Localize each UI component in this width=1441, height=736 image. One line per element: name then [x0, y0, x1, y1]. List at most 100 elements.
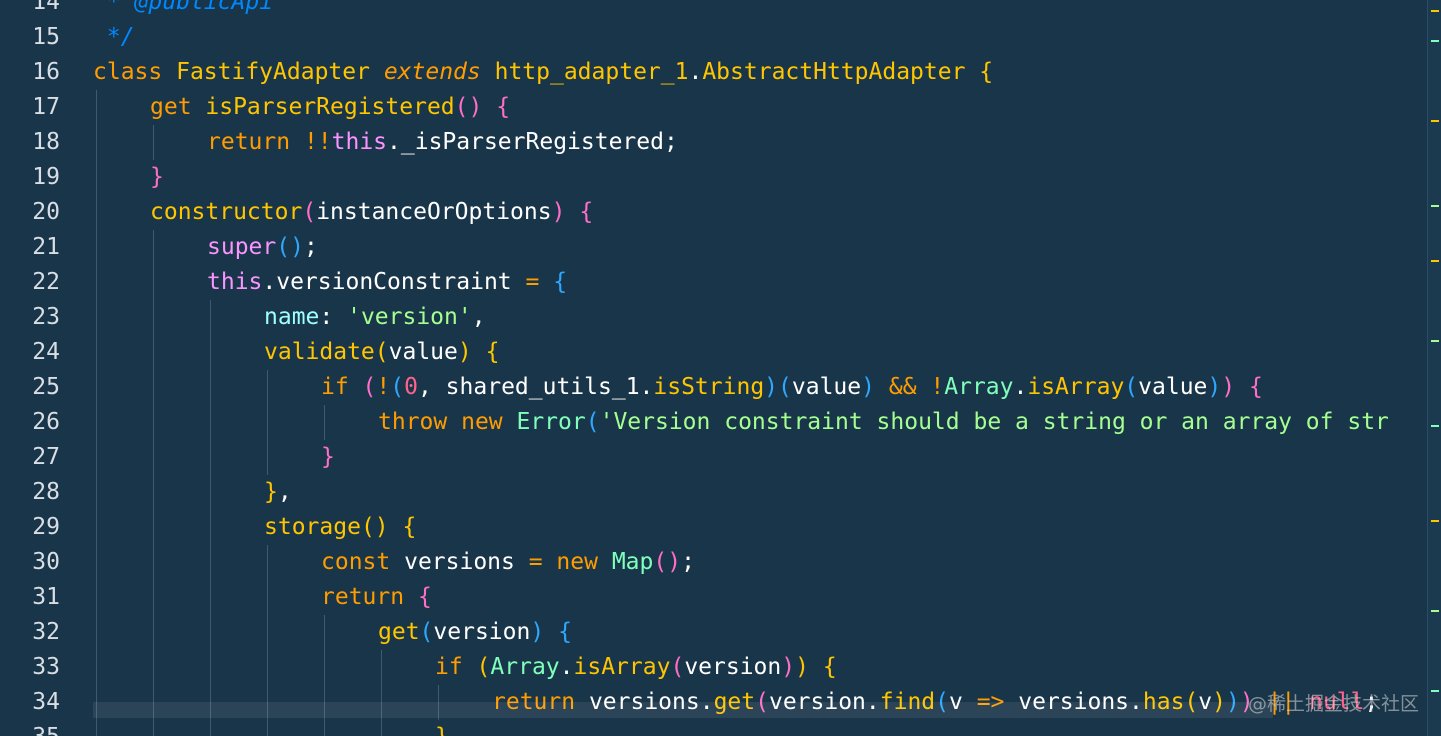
code-line[interactable]: 19}: [0, 160, 1428, 195]
code-line[interactable]: 28},: [0, 475, 1428, 510]
indent-guide: [153, 300, 154, 335]
code-line[interactable]: 33 if (Array.isArray(version)) {: [0, 650, 1428, 685]
code-line[interactable]: 22 this.versionConstraint = {: [0, 265, 1428, 300]
indent-guide: [153, 475, 154, 510]
code-line[interactable]: 35}: [0, 720, 1428, 736]
code-token: .: [559, 654, 574, 680]
code-line[interactable]: 31 return {: [0, 580, 1428, 615]
line-number: 33: [32, 654, 60, 680]
code-line[interactable]: 25 if (!(0, shared_utils_1.isString)(valu…: [0, 370, 1428, 405]
code-line[interactable]: 16 class FastifyAdapter extends http_adap…: [0, 55, 1428, 90]
indent-guide: [96, 580, 97, 615]
code-text: name: 'version',: [264, 300, 486, 335]
code-token: (: [476, 654, 491, 680]
code-token: ): [861, 374, 875, 400]
code-text: const versions = new Map();: [321, 545, 695, 580]
code-token: .: [688, 59, 703, 85]
code-token: value: [791, 374, 862, 400]
code-token: {: [485, 339, 500, 365]
code-token: AbstractHttpAdapter: [702, 59, 980, 85]
code-text: throw new Error('Version constraint shou…: [378, 405, 1389, 440]
code-text: },: [264, 475, 292, 510]
code-line[interactable]: 20 constructor(instanceOrOptions) {: [0, 195, 1428, 230]
line-number: 23: [32, 304, 60, 330]
code-token: {: [822, 654, 837, 680]
code-token: Map: [611, 549, 654, 575]
code-token: .: [1013, 374, 1028, 400]
code-token: (: [390, 374, 405, 400]
indent-guide: [96, 720, 97, 736]
code-line[interactable]: 27}: [0, 440, 1428, 475]
code-token: isString: [653, 374, 765, 400]
code-token: value: [1138, 374, 1208, 400]
code-text: constructor(instanceOrOptions) {: [150, 195, 593, 230]
overview-ruler[interactable]: [1427, 0, 1441, 736]
ruler-mark: [1431, 260, 1439, 262]
code-token: 'Version constraint should be a string o…: [599, 409, 1389, 435]
code-line[interactable]: 24 validate(value) {: [0, 335, 1428, 370]
code-token: versions: [404, 549, 529, 575]
indent-guide: [96, 475, 97, 510]
ruler-mark: [1431, 10, 1439, 12]
line-number: 35: [0, 720, 60, 736]
code-token: super: [207, 234, 277, 260]
code-line[interactable]: 29 storage() {: [0, 510, 1428, 545]
code-line[interactable]: 18 return !!this._isParserRegistered;: [0, 125, 1428, 160]
code-line[interactable]: 15 */: [0, 20, 1428, 55]
code-token: ): [764, 374, 779, 400]
indent-guide: [153, 510, 154, 545]
indent-guide: [96, 230, 97, 265]
indent-guide: [96, 125, 97, 160]
ruler-mark: [1431, 520, 1439, 522]
indent-guide: [210, 370, 211, 405]
code-token: ): [530, 619, 545, 645]
indent-guide: [210, 720, 211, 736]
code-editor[interactable]: 14 * @publicApi 15 */16 class FastifyAdapt…: [0, 0, 1441, 736]
code-token: ;: [303, 234, 318, 260]
code-token: {: [579, 199, 594, 225]
code-token: (): [276, 234, 304, 260]
code-token: =: [525, 269, 554, 295]
code-token: Array: [944, 374, 1014, 400]
line-number: 25: [32, 374, 60, 400]
code-token: name: [264, 304, 320, 330]
line-number: 22: [32, 269, 60, 295]
code-token: * @publicApi: [93, 0, 274, 15]
code-token: const: [321, 549, 405, 575]
code-token: class: [93, 59, 177, 85]
indent-guide: [210, 580, 211, 615]
code-line[interactable]: 30 const versions = new Map();: [0, 545, 1428, 580]
indent-guide: [96, 160, 97, 195]
indent-guide: [96, 335, 97, 370]
ruler-mark: [1431, 205, 1439, 207]
code-area[interactable]: 14 * @publicApi 15 */16 class FastifyAdapt…: [0, 0, 1428, 736]
code-token: new: [461, 409, 517, 435]
indent-guide: [153, 615, 154, 650]
code-line[interactable]: 14 * @publicApi: [0, 0, 1428, 20]
code-text: }: [321, 440, 335, 475]
code-line[interactable]: 26 throw new Error('Version constraint sh…: [0, 405, 1428, 440]
code-token: FastifyAdapter: [176, 59, 384, 85]
code-line[interactable]: 23 name: 'version',: [0, 300, 1428, 335]
code-line[interactable]: 32 get(version) {: [0, 615, 1428, 650]
code-token: (: [302, 199, 317, 225]
ruler-mark: [1431, 690, 1439, 692]
line-number: 18: [32, 129, 60, 155]
code-token: ): [1221, 374, 1236, 400]
code-token: {: [1248, 374, 1263, 400]
horizontal-scrollbar[interactable]: [93, 702, 1273, 718]
line-number: 27: [32, 444, 60, 470]
indent-guide: [381, 650, 382, 685]
code-line[interactable]: 17 get isParserRegistered() {: [0, 90, 1428, 125]
code-token: (): [454, 94, 483, 120]
code-token: =: [528, 549, 557, 575]
indent-guide: [153, 405, 154, 440]
indent-guide: [210, 475, 211, 510]
indent-guide: [210, 405, 211, 440]
code-line[interactable]: 21 super();: [0, 230, 1428, 265]
line-number: 15: [32, 24, 60, 50]
code-token: ): [457, 339, 472, 365]
